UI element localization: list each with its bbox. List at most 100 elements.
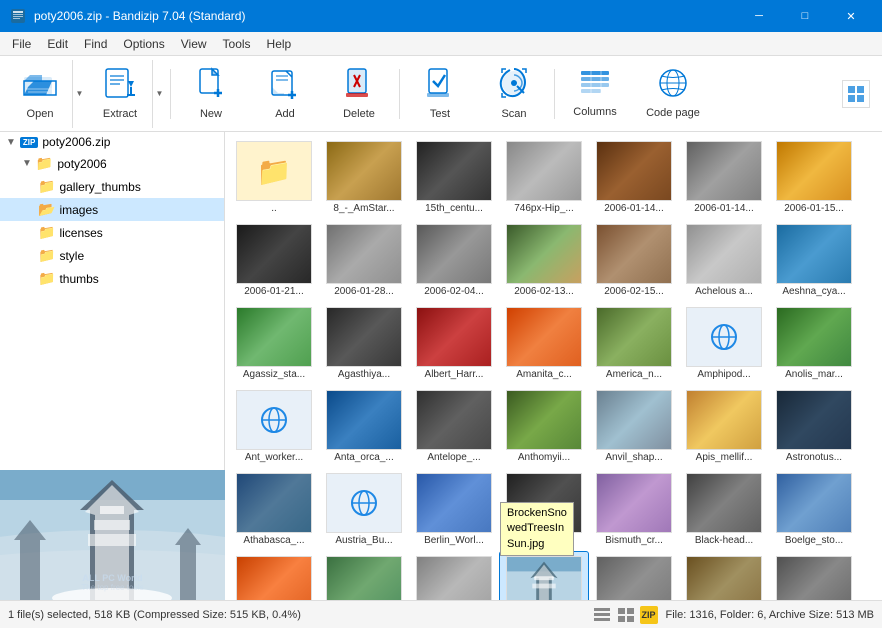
codepage-button[interactable]: Code page [633,60,713,128]
menu-item-tools[interactable]: Tools [215,35,259,53]
list-item[interactable]: Anolis_mar... [769,302,859,385]
open-button[interactable]: Open [8,60,72,128]
file-name: 2006-01-14... [604,203,664,214]
list-item[interactable]: 15th_centu... [409,136,499,219]
list-item[interactable]: 8_-_AmStar... [319,136,409,219]
list-item[interactable]: Bugg_... [679,551,769,600]
tree-item-gallery[interactable]: 📁 gallery_thumbs [0,175,224,198]
list-item-brockensno[interactable]: BrockenSno... BrockenSnowedTreesInSun.jp… [499,551,589,600]
window-title: poty2006.zip - Bandizip 7.04 (Standard) [34,9,736,23]
file-thumbnail [686,390,762,450]
main-area: ▼ ZIP poty2006.zip ▼ 📁 poty2006 📁 galler… [0,132,882,600]
close-button[interactable]: ✕ [828,0,874,32]
list-item[interactable]: America_n... [589,302,679,385]
tree-item-style[interactable]: 📁 style [0,244,224,267]
list-item[interactable]: 2006-02-13... [499,219,589,302]
file-name: 2006-01-28... [334,286,394,297]
list-item[interactable]: Amphipod... [679,302,769,385]
watermark-line1: ALL PC World [81,573,143,583]
toolbar-divider-2 [399,69,400,119]
tree-item-poty2006[interactable]: ▼ 📁 poty2006 [0,152,224,175]
list-item[interactable]: Boelge_sto... [769,468,859,551]
add-icon [270,67,300,104]
new-button[interactable]: New [175,60,247,128]
gallery-folder-icon: 📁 [38,178,55,195]
minimize-button[interactable]: ─ [736,0,782,32]
file-thumbnail [506,224,582,284]
list-item[interactable]: Ant_worker... [229,385,319,468]
file-list[interactable]: 📁 .. 8_-_AmStar... 15th_centu... 746px-H… [225,132,882,600]
menu-item-edit[interactable]: Edit [39,35,76,53]
file-thumbnail [776,556,852,600]
file-thumbnail [776,390,852,450]
file-thumbnail [506,390,582,450]
list-item[interactable]: Albert_Harr... [409,302,499,385]
list-item[interactable]: Agassiz_sta... [229,302,319,385]
extract-button[interactable]: Extract [88,60,152,128]
list-item[interactable]: Anta_orca_... [319,385,409,468]
list-item[interactable]: 2006-01-28... [319,219,409,302]
list-item[interactable]: Brazilian_N... [229,551,319,600]
file-name: 15th_centu... [425,203,483,214]
style-folder-icon: 📁 [38,247,55,264]
file-thumbnail [506,556,582,600]
list-item[interactable]: Bull_Milita... [769,551,859,600]
list-item[interactable]: Agasthiya... [319,302,409,385]
list-item[interactable]: Athabasca_... [229,468,319,551]
list-item[interactable]: 2006-01-21... [229,219,319,302]
list-item[interactable]: 2006-02-15... [589,219,679,302]
menu-item-options[interactable]: Options [115,35,172,53]
tree-item-thumbs[interactable]: 📁 thumbs [0,267,224,290]
columns-button[interactable]: Columns [559,60,631,128]
list-item[interactable]: Brooklyn_B... [589,551,679,600]
list-item[interactable]: 2006-01-14... [589,136,679,219]
list-item[interactable]: Aeshna_cya... [769,219,859,302]
tree-item-zip[interactable]: ▼ ZIP poty2006.zip [0,132,224,152]
add-button[interactable]: Add [249,60,321,128]
list-item[interactable]: Berlin_Worl... [409,468,499,551]
menu-item-file[interactable]: File [4,35,39,53]
extract-dropdown-arrow[interactable]: ▼ [152,60,166,128]
menu-item-find[interactable]: Find [76,35,115,53]
list-item[interactable]: Austria_Bu... [319,468,409,551]
new-icon [196,67,226,104]
tree-item-licenses-label: licenses [59,226,102,240]
list-item[interactable]: 2006-02-04... [409,219,499,302]
list-item[interactable]: Antelope_... [409,385,499,468]
view-list-icon[interactable] [592,606,612,624]
list-item[interactable]: Black-head... [679,468,769,551]
list-item[interactable]: Anthomyii... [499,385,589,468]
view-grid-icon[interactable] [616,606,636,624]
list-item[interactable]: Achelous a... [679,219,769,302]
list-item[interactable]: 746px-Hip_... [499,136,589,219]
file-name: Anolis_mar... [785,369,843,380]
file-name: Athabasca_... [243,535,304,546]
list-item[interactable]: 📁 .. [229,136,319,219]
extract-icon [104,67,136,104]
view-toggle-button[interactable] [842,80,870,108]
test-button[interactable]: Test [404,60,476,128]
tree-item-images[interactable]: 📂 images [0,198,224,221]
images-folder-icon: 📂 [38,201,55,218]
tree-item-licenses[interactable]: 📁 licenses [0,221,224,244]
delete-button[interactable]: Delete [323,60,395,128]
file-name: 8_-_AmStar... [333,203,394,214]
list-item[interactable]: Apis_mellif... [679,385,769,468]
list-item[interactable]: Anvil_shap... [589,385,679,468]
list-item[interactable]: Amanita_c... [499,302,589,385]
list-item[interactable]: 2006-01-14... [679,136,769,219]
list-item[interactable]: Astronotus... [769,385,859,468]
scan-button[interactable]: Scan [478,60,550,128]
maximize-button[interactable]: □ [782,0,828,32]
list-item[interactable]: 2006-01-15... [769,136,859,219]
list-item[interactable]: Bridge_Alc... [319,551,409,600]
menu-item-view[interactable]: View [173,35,215,53]
open-dropdown-arrow[interactable]: ▼ [72,60,86,128]
toolbar-divider-3 [554,69,555,119]
list-item[interactable]: British_Mus... [409,551,499,600]
list-item[interactable]: Bismuth_cr... [589,468,679,551]
file-thumbnail [326,224,402,284]
menu-item-help[interactable]: Help [259,35,300,53]
file-thumbnail [596,224,672,284]
file-thumbnail [236,556,312,600]
